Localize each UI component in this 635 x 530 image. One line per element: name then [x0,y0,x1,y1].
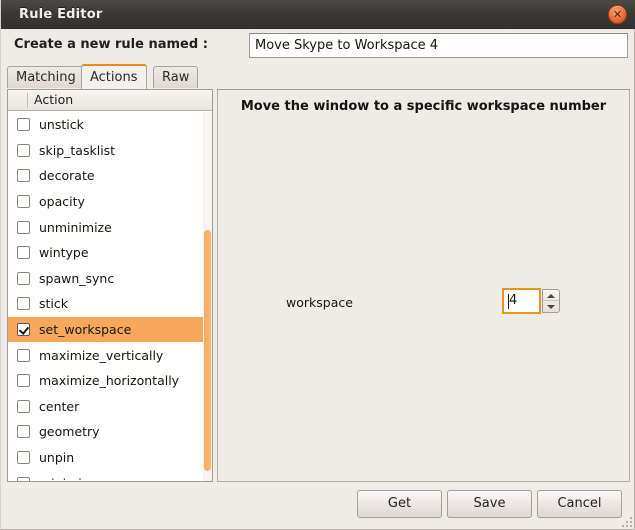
tab-raw[interactable]: Raw [153,66,199,88]
detail-panel-title: Move the window to a specific workspace … [240,99,607,114]
get-button[interactable]: Get [357,490,442,518]
action-list-item-label: maximize_vertically [39,347,164,363]
checkbox-icon[interactable] [17,323,30,337]
checkbox-icon[interactable] [17,195,30,209]
rule-name-row: Create a new rule named : Move Skype to … [1,29,635,62]
action-list-item-label: opacity [39,194,85,210]
chevron-up-icon[interactable] [543,290,559,301]
column-header-action: Action [34,92,74,107]
checkbox-icon[interactable] [17,374,30,388]
action-list-item-label: unminimize [39,219,112,235]
rule-name-label: Create a new rule named : [14,37,208,52]
chevron-down-icon[interactable] [543,301,559,312]
action-list-item[interactable]: unpin [8,445,212,471]
action-list-item-label: geometry [39,424,100,440]
stepper-buttons [542,289,560,313]
tab-actions[interactable]: Actions [81,64,147,89]
checkbox-icon[interactable] [17,476,30,481]
action-list-item[interactable]: wintype [8,240,212,266]
tab-matching[interactable]: Matching [7,66,85,88]
workspace-value: 4 [509,293,518,308]
checkbox-icon[interactable] [17,425,30,439]
checkbox-icon[interactable] [17,143,30,157]
action-list-item[interactable]: unminimize [8,214,212,240]
action-list-item[interactable]: center [8,394,212,420]
action-list-item[interactable]: skip_tasklist [8,138,212,164]
rule-name-input[interactable]: Move Skype to Workspace 4 [249,33,628,58]
grip-dot [630,521,632,523]
action-list-item-label: maximize_horizontally [39,373,180,389]
grip-dot [626,525,628,527]
action-list-item-label: unpin [39,450,75,466]
action-list-item[interactable]: decorate [8,163,212,189]
checkbox-icon[interactable] [17,297,30,311]
checkbox-icon[interactable] [17,246,30,260]
close-icon[interactable]: ✕ [608,5,627,24]
workspace-input[interactable]: 4 [502,288,541,314]
checkbox-icon[interactable] [17,169,30,183]
workspace-label: workspace [286,295,353,310]
action-list-item[interactable]: maximize_horizontally [8,368,212,394]
checkbox-icon[interactable] [17,348,30,362]
action-list-item[interactable]: unstick [8,112,212,138]
chevron-down-glyph [547,305,555,309]
column-separator [27,93,28,108]
resize-grip[interactable] [620,515,632,527]
window-titlebar[interactable]: Rule Editor ✕ [1,0,635,29]
action-list: Action unstick skip_tasklist decorate opaci… [7,89,213,482]
action-list-item-label: center [39,398,80,414]
rule-editor-window: Rule Editor ✕ Create a new rule named : … [0,0,635,530]
tabstrip: Matching Actions Raw [7,64,630,89]
action-list-item[interactable]: geometry [8,419,212,445]
grip-dot [622,525,624,527]
checkbox-icon[interactable] [17,399,30,413]
action-list-item[interactable]: stick [8,291,212,317]
checkbox-icon[interactable] [17,220,30,234]
action-list-header[interactable]: Action [8,90,212,111]
grip-dot [626,521,628,523]
grip-dot [630,517,632,519]
action-list-item-label: decorate [39,168,95,184]
scrollbar-thumb[interactable] [204,230,211,471]
action-list-item-label: unstick [39,117,84,133]
grip-dot [630,525,632,527]
action-list-item-label: wintype [39,245,89,261]
action-list-item[interactable]: set_workspace [8,316,212,343]
action-list-item-label: minimize [39,476,96,481]
window-title: Rule Editor [19,7,103,22]
chevron-up-glyph [547,294,555,298]
action-list-item-label: set_workspace [39,322,132,338]
action-list-item[interactable]: minimize [8,470,212,481]
workspace-stepper[interactable]: 4 [502,288,562,314]
action-list-item[interactable]: opacity [8,189,212,215]
close-glyph: ✕ [612,8,623,21]
action-list-item[interactable]: spawn_sync [8,266,212,292]
checkbox-icon[interactable] [17,271,30,285]
action-list-item-label: stick [39,296,68,312]
save-button[interactable]: Save [447,490,532,518]
cancel-button[interactable]: Cancel [537,490,622,518]
action-list-item-label: skip_tasklist [39,142,116,158]
checkbox-icon[interactable] [17,118,30,132]
action-list-scrollbar[interactable] [203,112,212,481]
action-list-body: unstick skip_tasklist decorate opacity unmin… [8,112,212,481]
checkbox-icon[interactable] [17,451,30,465]
action-list-item-label: spawn_sync [39,270,115,286]
action-detail-panel: Move the window to a specific workspace … [217,89,630,482]
action-list-item[interactable]: maximize_vertically [8,342,212,368]
